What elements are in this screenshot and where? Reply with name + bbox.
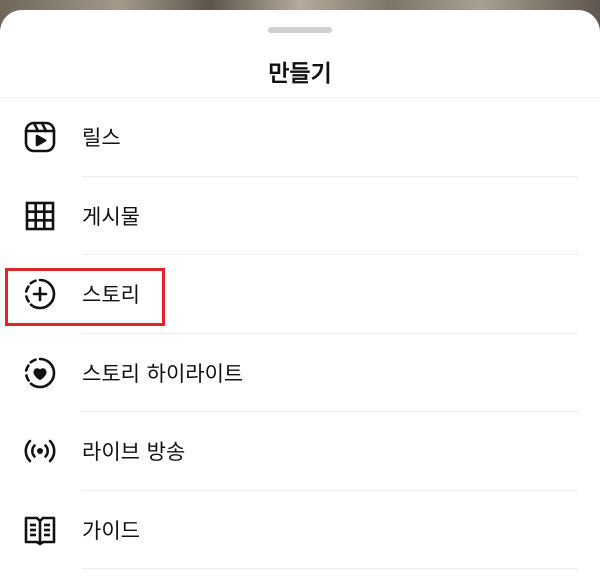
menu-item-label: 게시물 <box>82 204 140 229</box>
reels-icon <box>22 119 58 155</box>
highlight-box <box>5 268 165 326</box>
divider <box>82 568 578 569</box>
create-menu: 릴스 게시물 스토리 스토리 하이라이트 라이브 방송 가이드 <box>0 98 600 569</box>
create-bottom-sheet: 만들기 릴스 게시물 스토리 스토리 하이라이트 라이브 방송 가이드 <box>0 10 600 585</box>
menu-item-label: 릴스 <box>82 126 121 151</box>
menu-item-label: 라이브 방송 <box>82 440 186 465</box>
grid-icon <box>22 198 58 234</box>
menu-item-label: 가이드 <box>82 518 140 543</box>
menu-item-reels[interactable]: 릴스 <box>0 98 600 177</box>
menu-item-guide[interactable]: 가이드 <box>0 491 600 569</box>
menu-item-label: 스토리 하이라이트 <box>82 361 244 386</box>
menu-item-live[interactable]: 라이브 방송 <box>0 412 600 491</box>
drag-handle[interactable] <box>268 27 332 33</box>
live-broadcast-icon <box>22 433 58 469</box>
guide-book-icon <box>22 512 58 548</box>
menu-item-post[interactable]: 게시물 <box>0 177 600 255</box>
highlight-heart-icon <box>22 355 58 391</box>
menu-item-story-highlight[interactable]: 스토리 하이라이트 <box>0 334 600 412</box>
sheet-title: 만들기 <box>268 61 332 87</box>
